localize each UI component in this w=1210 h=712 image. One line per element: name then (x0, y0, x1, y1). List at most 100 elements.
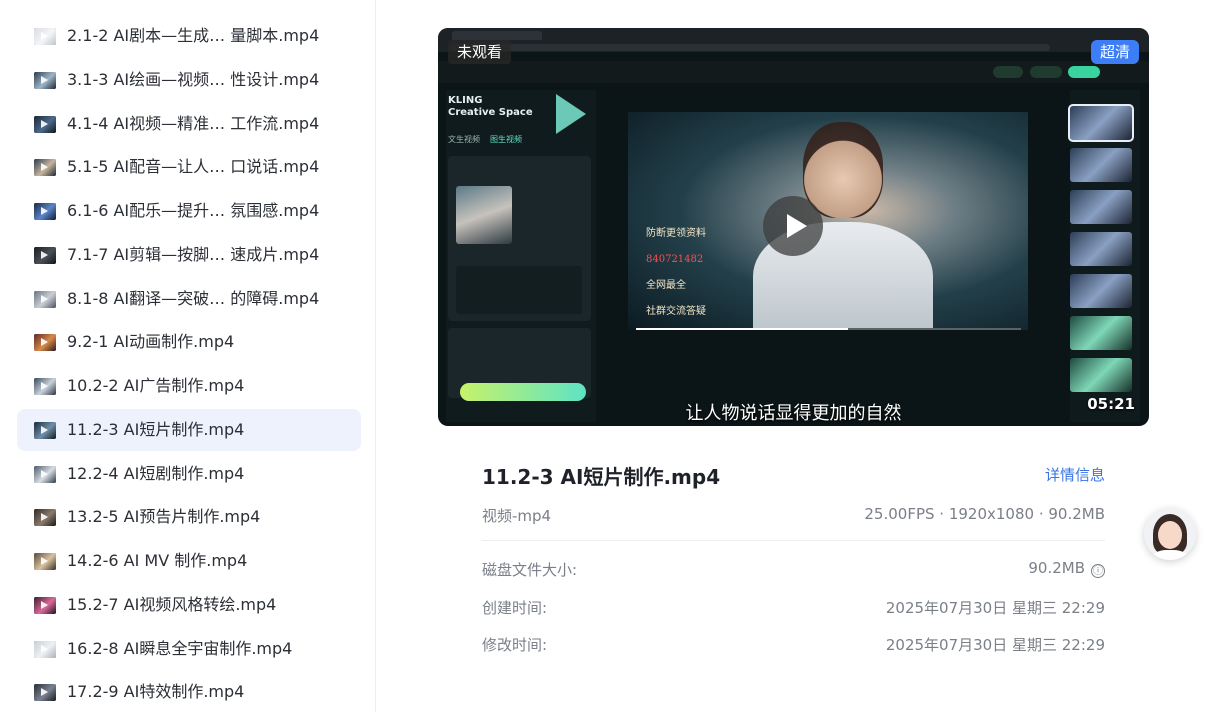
avatar-shirt (1152, 550, 1188, 560)
video-duration: 05:21 (1087, 395, 1135, 413)
video-player[interactable]: KLING Creative Space 文生视频 图生视频 防断更领资料 840… (438, 28, 1149, 426)
frame-history-thumb (1070, 358, 1132, 392)
frame-caption-line: 社群交流答疑 (646, 306, 706, 317)
file-list-item[interactable]: 12.2-4 AI短剧制作.mp4 (17, 453, 361, 495)
file-name: 3.1-3 AI绘画—视频… 性设计.mp4 (67, 69, 320, 89)
file-name: 14.2-6 AI MV 制作.mp4 (67, 551, 248, 570)
file-name: 13.2-5 AI预告片制作.mp4 (67, 507, 261, 527)
modified-time-label: 修改时间: (482, 636, 548, 654)
frame-panel-tab: 文生视频 (448, 135, 480, 144)
video-thumbnail-icon (34, 334, 56, 352)
file-list-item[interactable]: 2.1-2 AI剧本—生成… 量脚本.mp4 (17, 15, 361, 57)
file-list: 2.1-2 AI剧本—生成… 量脚本.mp4 3.1-3 AI绘画—视频… 性设计… (17, 15, 361, 712)
disk-size-text: 90.2MB (1028, 559, 1085, 577)
video-thumbnail-icon (34, 246, 56, 264)
frame-brand-text: KLING Creative Space (448, 95, 533, 118)
file-name: 16.2-8 AI瞬息全宇宙制作.mp4 (67, 638, 293, 658)
frame-panel-tab: 图生视频 (490, 135, 522, 144)
video-thumbnail-icon (34, 290, 56, 308)
frame-history-thumb (1070, 316, 1132, 350)
frame-caption-line: 防断更领资料 (646, 228, 706, 239)
video-thumbnail-icon (34, 553, 56, 570)
file-name: 2.1-2 AI剧本—生成… 量脚本.mp4 (67, 26, 320, 45)
file-name: 5.1-5 AI配音—让人… 口说话.mp4 (67, 157, 320, 177)
created-time-label: 创建时间: (482, 599, 548, 617)
frame-progress-track (636, 328, 1021, 330)
file-name: 17.2-9 AI特效制作.mp4 (67, 682, 245, 702)
frame-browser-tab (452, 31, 542, 40)
file-list-item[interactable]: 17.2-9 AI特效制作.mp4 (17, 671, 361, 712)
frame-panel-tabs: 文生视频 图生视频 (448, 134, 522, 145)
frame-cta-pill (1068, 66, 1100, 78)
modified-time-value: 2025年07月30日 星期三 22:29 (885, 636, 1105, 654)
details-link[interactable]: 详情信息 (1045, 464, 1105, 485)
video-spec: 25.00FPS · 1920x1080 · 90.2MB (864, 505, 1105, 523)
file-name: 4.1-4 AI视频—精准… 工作流.mp4 (67, 113, 320, 133)
file-name: 6.1-6 AI配乐—提升… 氛围感.mp4 (67, 201, 320, 220)
video-thumbnail-icon (34, 159, 56, 177)
video-thumbnail-icon (34, 684, 56, 702)
frame-history-thumb (1068, 104, 1134, 142)
video-subtitle: 让人物说话显得更加的自然 (685, 403, 902, 424)
video-thumbnail-icon (34, 378, 56, 395)
file-list-item[interactable]: 4.1-4 AI视频—精准… 工作流.mp4 (17, 103, 361, 145)
play-icon[interactable] (763, 196, 823, 256)
file-list-item[interactable]: 10.2-2 AI广告制作.mp4 (17, 365, 361, 407)
file-name: 7.1-7 AI剪辑—按脚… 速成片.mp4 (67, 244, 320, 264)
divider (482, 540, 1105, 541)
frame-history-thumb (1070, 274, 1132, 308)
file-name: 9.2-1 AI动画制作.mp4 (67, 332, 235, 352)
video-thumbnail-icon (34, 28, 56, 45)
frame-history-thumb (1070, 190, 1132, 224)
frame-prompt-field (456, 266, 582, 314)
file-name: 12.2-4 AI短剧制作.mp4 (67, 463, 245, 483)
frame-video-caption: 防断更领资料 840721482 全网最全 社群交流答疑 (646, 214, 706, 330)
frame-history-thumb (1070, 232, 1132, 266)
video-thumbnail-icon (34, 640, 56, 658)
file-list-item[interactable]: 5.1-5 AI配音—让人… 口说话.mp4 (17, 146, 361, 188)
frame-history-thumb (1070, 148, 1132, 182)
file-list-item[interactable]: 11.2-3 AI短片制作.mp4 (17, 408, 361, 451)
file-list-item[interactable]: 6.1-6 AI配乐—提升… 氛围感.mp4 (17, 190, 361, 232)
file-preview-page: 2.1-2 AI剧本—生成… 量脚本.mp4 3.1-3 AI绘画—视频… 性设计… (0, 0, 1210, 712)
file-name: 11.2-3 AI短片制作.mp4 (67, 419, 245, 439)
file-list-item[interactable]: 9.2-1 AI动画制作.mp4 (17, 321, 361, 363)
file-list-item[interactable]: 13.2-5 AI预告片制作.mp4 (17, 496, 361, 538)
file-list-item[interactable]: 7.1-7 AI剪辑—按脚… 速成片.mp4 (17, 234, 361, 276)
video-thumbnail-icon (34, 509, 56, 527)
video-thumbnail-icon (34, 596, 56, 614)
frame-caption-line: 840721482 (646, 254, 704, 265)
file-name: 15.2-7 AI视频风格转绘.mp4 (67, 594, 277, 614)
file-name: 8.1-8 AI翻译—突破… 的障碍.mp4 (67, 288, 320, 308)
file-list-item[interactable]: 14.2-6 AI MV 制作.mp4 (17, 540, 361, 582)
disk-size-label: 磁盘文件大小: (482, 561, 578, 579)
frame-pill (993, 66, 1023, 78)
file-list-item[interactable]: 3.1-3 AI绘画—视频… 性设计.mp4 (17, 59, 361, 101)
file-list-item[interactable]: 15.2-7 AI视频风格转绘.mp4 (17, 584, 361, 626)
video-thumbnail-icon (34, 71, 56, 89)
frame-upload-card (448, 156, 591, 321)
frame-upload-image (456, 186, 512, 244)
video-thumbnail-icon (34, 115, 56, 133)
assistant-avatar[interactable] (1144, 508, 1196, 560)
quality-badge[interactable]: 超清 (1090, 40, 1139, 64)
frame-progress-fill (636, 328, 848, 330)
unwatched-badge: 未观看 (448, 40, 512, 64)
video-title: 11.2-3 AI短片制作.mp4 (482, 465, 721, 489)
file-list-item[interactable]: 16.2-8 AI瞬息全宇宙制作.mp4 (17, 628, 361, 670)
disk-size-value: 90.2MB ⓘ (1028, 559, 1105, 578)
sidebar: 2.1-2 AI剧本—生成… 量脚本.mp4 3.1-3 AI绘画—视频… 性设计… (0, 0, 376, 712)
video-type: 视频-mp4 (482, 507, 552, 525)
video-thumbnail-icon (34, 421, 56, 439)
created-time-value: 2025年07月30日 星期三 22:29 (885, 599, 1105, 617)
file-name: 10.2-2 AI广告制作.mp4 (67, 376, 245, 395)
frame-person-head (803, 122, 883, 218)
file-list-item[interactable]: 8.1-8 AI翻译—突破… 的障碍.mp4 (17, 278, 361, 320)
video-thumbnail-icon (34, 203, 56, 220)
info-icon[interactable]: ⓘ (1091, 564, 1105, 578)
frame-video-area: 防断更领资料 840721482 全网最全 社群交流答疑 (628, 112, 1028, 330)
frame-brand-logo-icon (556, 94, 586, 134)
frame-pill (1030, 66, 1062, 78)
avatar-face (1158, 521, 1182, 549)
frame-url-bar (450, 44, 1050, 51)
